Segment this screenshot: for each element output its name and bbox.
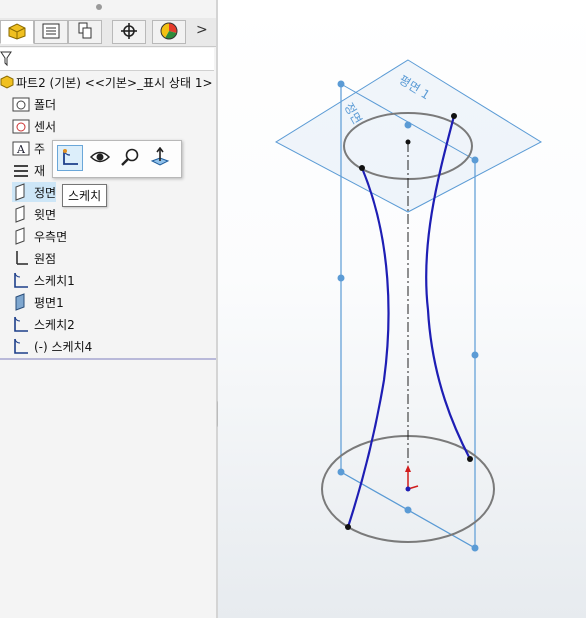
tree-item-plane1[interactable]: 평면1 — [12, 292, 64, 312]
plane-handle[interactable] — [471, 544, 479, 552]
part-feature-icon — [7, 22, 27, 43]
zoom-to-selection-icon — [120, 147, 140, 170]
sketch-icon — [12, 315, 30, 333]
plane-icon — [12, 205, 30, 223]
tree-item-label: 폴더 — [34, 97, 57, 112]
part-icon — [0, 73, 14, 91]
tree-item-label: 윗면 — [34, 207, 57, 222]
tree-item-label: 센서 — [34, 119, 57, 134]
origin-icon — [12, 249, 30, 267]
axis-endpoint[interactable] — [405, 139, 411, 145]
tab-configurationmanager[interactable] — [68, 20, 102, 44]
tree-item-label: (-) 스케치4 — [34, 339, 93, 354]
tree-item-label: 재 — [34, 163, 46, 178]
tree-item-front-plane[interactable]: 정면 — [12, 182, 57, 202]
tree-item-top-plane[interactable]: 윗면 — [12, 204, 56, 224]
tree-item-sketch4[interactable]: (-) 스케치4 — [12, 336, 92, 356]
tree-item-label: 평면1 — [34, 295, 64, 310]
tree-item-folder[interactable]: 폴더 — [12, 94, 56, 114]
folder-icon — [12, 95, 30, 113]
feature-manager-panel: > 파트2 (기본) <<기본>_표시 상태 1> 폴더 센서 A 주 재 정면… — [0, 0, 216, 618]
tree-item-label: 원점 — [34, 251, 57, 266]
curve-endpoint[interactable] — [345, 524, 351, 530]
plane-handle[interactable] — [471, 351, 479, 359]
plane-handle[interactable] — [337, 468, 345, 476]
tree-item-label: 스케치1 — [34, 273, 75, 288]
plane-handle[interactable] — [337, 274, 345, 282]
toolbar-tooltip: 스케치 — [62, 184, 108, 207]
eye-icon — [89, 149, 111, 168]
manager-tab-bar: > — [0, 18, 216, 47]
chevron-right-icon[interactable]: > — [196, 22, 208, 38]
plane-handle[interactable] — [404, 506, 412, 514]
hide-show-button[interactable] — [87, 145, 113, 171]
appearance-pie-icon — [160, 22, 178, 43]
sketch-icon — [60, 147, 80, 170]
material-icon — [12, 161, 30, 179]
plane-icon — [12, 293, 30, 311]
plane-handle[interactable] — [337, 80, 345, 88]
context-toolbar — [52, 140, 182, 178]
model-scene: 평면 1 정면 — [274, 59, 543, 552]
sensor-icon — [12, 117, 30, 135]
tree-item-sketch2[interactable]: 스케치2 — [12, 314, 75, 334]
annotation-icon: A — [12, 139, 30, 157]
graphics-viewport[interactable]: 평면 1 정면 — [218, 0, 586, 618]
curve-endpoint[interactable] — [359, 165, 365, 171]
zoom-to-selection-button[interactable] — [117, 145, 143, 171]
panel-grip-handle[interactable] — [96, 4, 102, 10]
tree-item-right-plane[interactable]: 우측면 — [12, 226, 67, 246]
tree-root-label: 파트2 (기본) <<기본>_표시 상태 1> — [16, 75, 213, 90]
tab-dimxpertmanager[interactable] — [112, 20, 146, 44]
normal-to-button[interactable] — [147, 145, 173, 171]
plane-handle[interactable] — [471, 156, 479, 164]
tab-featuremanager[interactable] — [0, 20, 34, 44]
tree-item-label: 정면 — [34, 185, 57, 200]
property-list-icon — [42, 23, 60, 42]
origin-marker-icon[interactable] — [405, 465, 419, 492]
tree-item-material[interactable]: 재 — [12, 160, 45, 180]
edit-sketch-button[interactable] — [57, 145, 83, 171]
filter-funnel-icon[interactable] — [0, 51, 12, 70]
configuration-icon — [76, 22, 94, 43]
tree-divider — [0, 358, 216, 360]
tree-item-origin[interactable]: 원점 — [12, 248, 56, 268]
tab-displaymanager[interactable] — [152, 20, 186, 44]
tree-item-label: 주 — [34, 141, 46, 156]
curve-endpoint[interactable] — [451, 113, 457, 119]
tree-item-sensor[interactable]: 센서 — [12, 116, 56, 136]
tree-item-sketch1[interactable]: 스케치1 — [12, 270, 75, 290]
tree-item-label: 우측면 — [34, 229, 68, 244]
curve-endpoint[interactable] — [467, 456, 473, 462]
plane-handle[interactable] — [404, 121, 412, 129]
tree-root-part[interactable]: 파트2 (기본) <<기본>_표시 상태 1> — [0, 72, 213, 92]
sketch-icon — [12, 337, 30, 355]
tree-filter-bar[interactable] — [0, 48, 214, 71]
tree-item-annotations[interactable]: A 주 — [12, 138, 45, 158]
sketch-icon — [12, 271, 30, 289]
crosshair-icon — [120, 22, 138, 43]
plane-icon — [12, 183, 30, 201]
plane-icon — [12, 227, 30, 245]
normal-to-icon — [150, 146, 170, 170]
tree-item-label: 스케치2 — [34, 317, 75, 332]
svg-text:A: A — [16, 143, 26, 156]
tab-propertymanager[interactable] — [34, 20, 68, 44]
profile-curve-left[interactable] — [346, 167, 390, 528]
